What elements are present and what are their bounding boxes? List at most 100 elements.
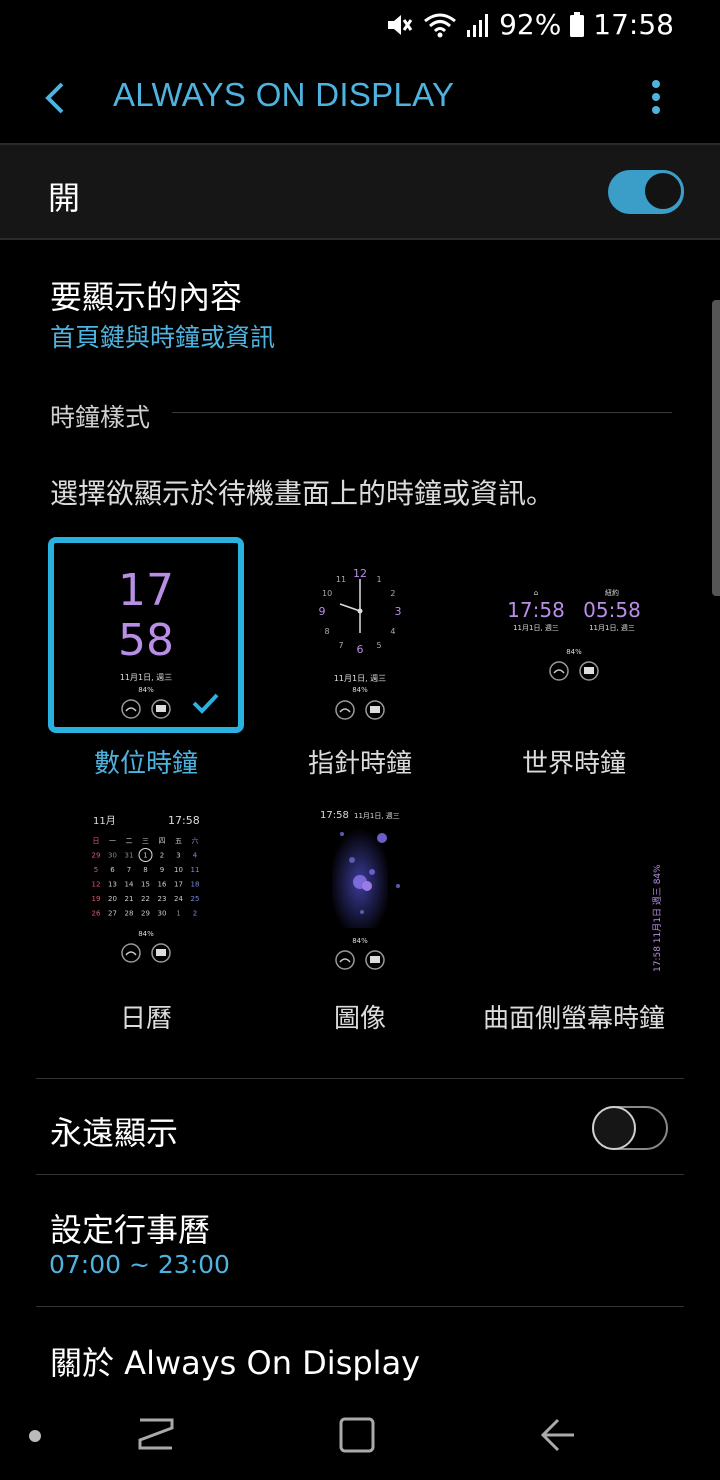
calendar-day: 17 [174, 881, 183, 889]
section-divider [172, 412, 672, 413]
calendar-day: 27 [108, 910, 117, 918]
calendar-day: 24 [174, 895, 183, 903]
schedule-title: 設定行事曆 [50, 1211, 211, 1249]
battery-icon [569, 11, 585, 38]
calendar-day: 22 [141, 895, 150, 903]
world-home-date: 11月1日, 週三 [513, 623, 559, 632]
toggle-knob [592, 1106, 636, 1150]
image-clock-preview: 17:58 11月1日, 週三 84% [320, 810, 400, 970]
calendar-day: 2 [193, 910, 197, 918]
calendar-day: 29 [141, 910, 150, 918]
preview-date: 11月1日, 週三 [120, 673, 172, 682]
battery-percent: 92% [499, 8, 562, 41]
calendar-day: 12 [92, 881, 101, 889]
calendar-weekday: 五 [175, 837, 182, 845]
content-value: 首頁鍵與時鐘或資訊 [50, 323, 276, 352]
calendar-day: 28 [125, 910, 134, 918]
calendar-day: 2 [160, 852, 164, 860]
divider [36, 1078, 684, 1079]
calendar-weekday: 二 [126, 837, 133, 845]
calendar-day: 30 [108, 852, 117, 860]
calendar-day: 1 [143, 852, 147, 860]
calendar-day: 8 [143, 866, 147, 874]
scrollbar[interactable] [712, 300, 720, 596]
mute-icon [385, 11, 415, 39]
clock-option-label-edge: 曲面側螢幕時鐘 [482, 1004, 665, 1034]
clock-option-world[interactable]: ⌂ 紐約 17:58 05:58 11月1日, 週三 11月1日, 週三 84% [476, 537, 672, 733]
world-city-date: 11月1日, 週三 [589, 623, 635, 632]
calendar-day: 7 [127, 866, 131, 874]
clock-option-analog[interactable]: 12 1 2 3 4 5 6 7 8 9 10 11 11月1日, 週三 84% [262, 537, 458, 733]
recent-apps-button[interactable] [136, 1416, 176, 1456]
clock-option-label-calendar: 日曆 [119, 1004, 172, 1034]
world-clock-preview: ⌂ 紐約 17:58 05:58 11月1日, 週三 11月1日, 週三 84% [507, 588, 641, 681]
image-battery: 84% [352, 937, 368, 945]
nav-dot-icon[interactable] [28, 1428, 42, 1447]
more-vert-icon [652, 80, 660, 114]
clock-style-description: 選擇欲顯示於待機畫面上的時鐘或資訊。 [50, 477, 555, 510]
analog-numeral: 5 [376, 641, 381, 650]
signal-icon [465, 12, 491, 38]
divider [36, 1306, 684, 1307]
world-home-time: 17:58 [507, 598, 565, 622]
analog-battery: 84% [352, 686, 368, 694]
clock-option-edge[interactable]: 17:58 11月1日 週三 84% [476, 800, 672, 996]
master-toggle[interactable] [608, 170, 684, 214]
calendar-time: 17:58 [168, 814, 200, 827]
recent-apps-icon [138, 1418, 174, 1450]
page-title: ALWAYS ON DISPLAY [113, 76, 455, 113]
analog-numeral: 3 [395, 605, 402, 618]
analog-numeral: 8 [325, 627, 330, 636]
clock-option-image[interactable]: 17:58 11月1日, 週三 84% [262, 800, 458, 996]
svg-text:⌂: ⌂ [534, 589, 538, 597]
more-options-button[interactable] [640, 72, 672, 122]
calendar-battery: 84% [138, 930, 154, 938]
calendar-day: 14 [125, 881, 134, 889]
calendar-day: 19 [92, 895, 101, 903]
always-show-toggle[interactable] [592, 1106, 668, 1150]
master-switch-row[interactable]: 開 [0, 143, 720, 240]
clock-option-label-digital: 數位時鐘 [93, 749, 198, 779]
clock-time: 17:58 [593, 8, 674, 41]
clock-option-label-world: 世界時鐘 [521, 749, 626, 779]
calendar-day: 6 [110, 866, 115, 874]
analog-clock-preview: 12 1234567891011 11月1日, 週三 84% [319, 567, 402, 720]
calendar-weekday: 四 [159, 837, 166, 845]
calendar-day: 18 [191, 881, 200, 889]
content-title: 要顯示的內容 [50, 278, 243, 316]
edge-clock-preview: 17:58 11月1日 週三 84% [652, 864, 663, 972]
home-button[interactable] [338, 1416, 376, 1458]
analog-numeral: 10 [322, 589, 332, 598]
image-time: 17:58 [320, 810, 349, 821]
digital-clock-preview: 17 58 11月1日, 週三 84% [118, 565, 219, 719]
edge-text: 17:58 11月1日 週三 84% [652, 864, 663, 972]
nav-back-button[interactable] [538, 1416, 578, 1458]
status-bar: 92% 17:58 [0, 0, 720, 50]
clock-option-calendar[interactable]: 11月 17:58 日一二三四五六 29 30 31 1 2 3 4 5 6 7 8 9 10 11 12 13… [48, 800, 244, 996]
back-button[interactable] [30, 72, 80, 122]
preview-minute: 58 [118, 615, 174, 666]
calendar-day: 21 [125, 895, 134, 903]
analog-numeral: 7 [338, 641, 343, 650]
analog-numeral: 4 [390, 627, 395, 636]
calendar-weekday: 日 [93, 837, 100, 845]
analog-numeral: 12 [353, 567, 367, 580]
toggle-knob [642, 170, 684, 212]
clock-option-label-analog: 指針時鐘 [307, 749, 412, 779]
calendar-day: 3 [176, 852, 180, 860]
clock-option-digital[interactable]: 17 58 11月1日, 週三 84% [48, 537, 244, 733]
navigation-bar [0, 1390, 720, 1480]
calendar-day: 31 [125, 852, 134, 860]
calendar-day: 29 [92, 852, 101, 860]
calendar-day: 13 [108, 881, 117, 889]
calendar-day: 10 [174, 866, 183, 874]
calendar-day: 11 [191, 866, 200, 874]
clock-option-label-image: 圖像 [333, 1004, 386, 1034]
preview-battery: 84% [138, 686, 154, 694]
home-icon [339, 1417, 375, 1453]
world-city: 紐約 [605, 588, 619, 597]
back-arrow-icon [45, 82, 64, 114]
calendar-month: 11月 [93, 815, 116, 827]
calendar-day: 20 [108, 895, 117, 903]
image-date: 11月1日, 週三 [354, 811, 400, 820]
